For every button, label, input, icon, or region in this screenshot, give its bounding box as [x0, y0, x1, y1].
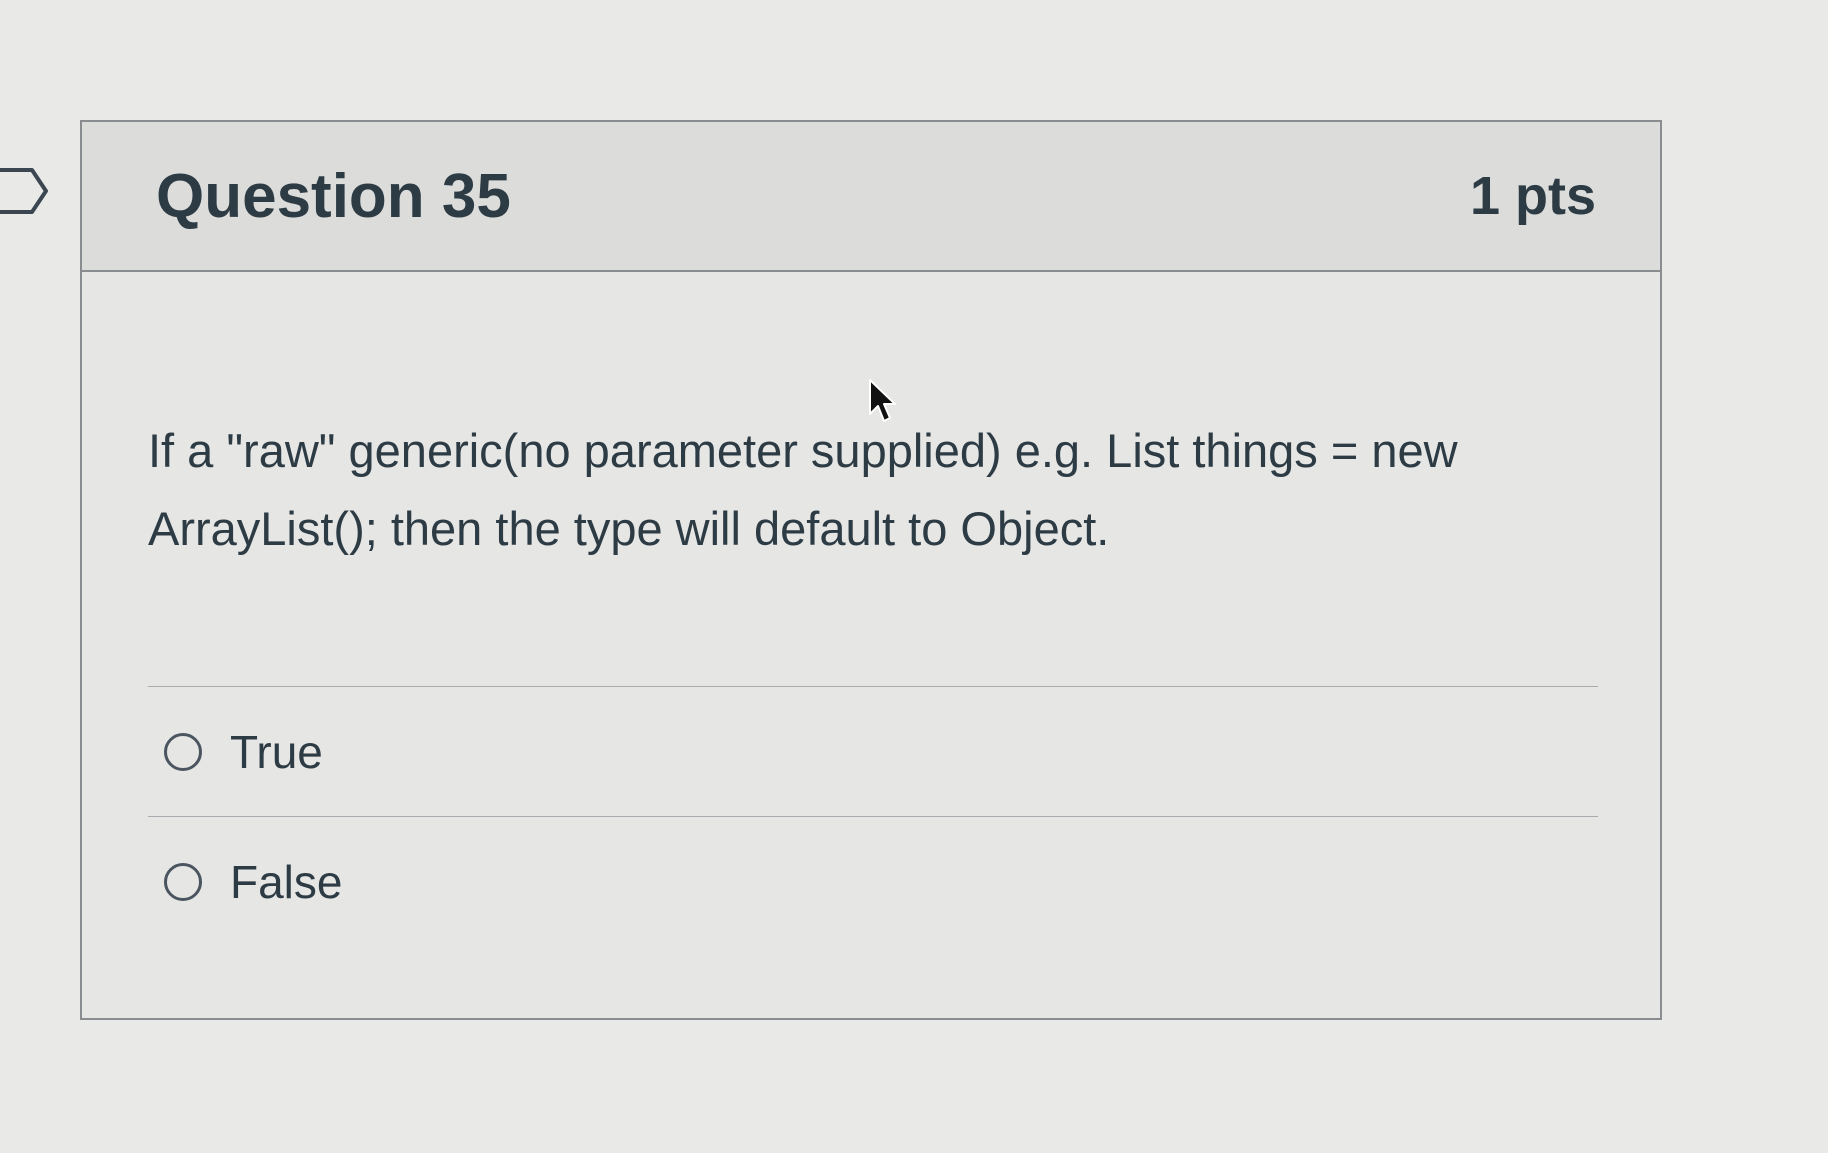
answer-option-true[interactable]: True [148, 686, 1598, 816]
answer-label: False [230, 855, 343, 908]
radio-button-icon[interactable] [164, 732, 202, 771]
answer-list: True False [148, 686, 1598, 946]
question-text: If a "raw" generic(no parameter supplied… [148, 424, 1458, 555]
question-body: If a "raw" generic(no parameter supplied… [82, 272, 1660, 946]
bookmark-flag-icon[interactable] [0, 166, 50, 216]
question-header: Question 35 1 pts [82, 122, 1660, 272]
mouse-pointer-icon [869, 379, 896, 422]
question-points: 1 pts [1469, 166, 1596, 226]
question-title: Question 35 [156, 161, 511, 231]
answer-label: True [230, 725, 323, 778]
question-card: Question 35 1 pts If a "raw" generic(no … [80, 120, 1662, 1020]
radio-button-icon[interactable] [164, 862, 202, 901]
answer-option-false[interactable]: False [148, 816, 1598, 946]
